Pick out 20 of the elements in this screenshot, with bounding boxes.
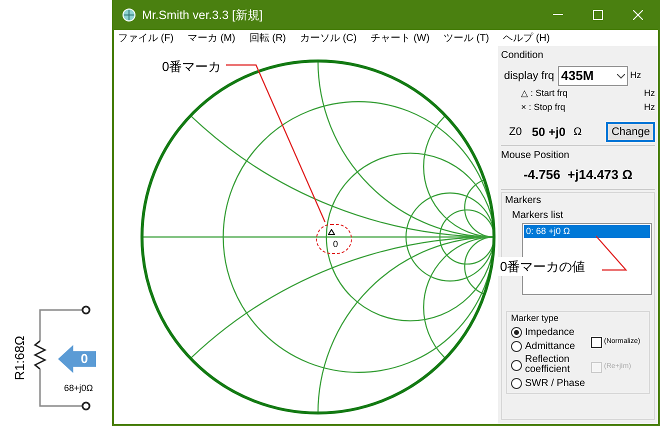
group-title: Marker type — [511, 312, 560, 325]
unit-label: Hz — [644, 100, 655, 114]
field-label: display frq — [504, 68, 554, 84]
field-label: × : Stop frq — [521, 100, 566, 114]
marker-label: 0 — [333, 238, 338, 251]
field-label: Z0 — [509, 124, 522, 140]
resistor-label: R1:68Ω — [11, 336, 28, 380]
value-callout-tooltip: 0番マーカの値 — [498, 256, 588, 276]
unit-label: Hz — [644, 87, 655, 100]
mouse-position-value: -4.756 +j14.473 Ω — [522, 166, 634, 184]
group-title: Mouse Position — [501, 149, 570, 163]
unit-label: Hz — [630, 69, 642, 82]
impedance-value: 50 +j0 — [532, 124, 566, 141]
field-label: △ : Start frq — [521, 87, 568, 100]
unit-label: Ω — [574, 124, 582, 140]
group-title: Condition — [501, 49, 544, 63]
group-title: Markers — [504, 194, 542, 208]
list-title: Markers list — [511, 208, 564, 222]
impedance-value: 68+j0Ω — [64, 382, 93, 395]
window-title: Mr.Smith ver.3.3 [新規] — [142, 7, 263, 24]
